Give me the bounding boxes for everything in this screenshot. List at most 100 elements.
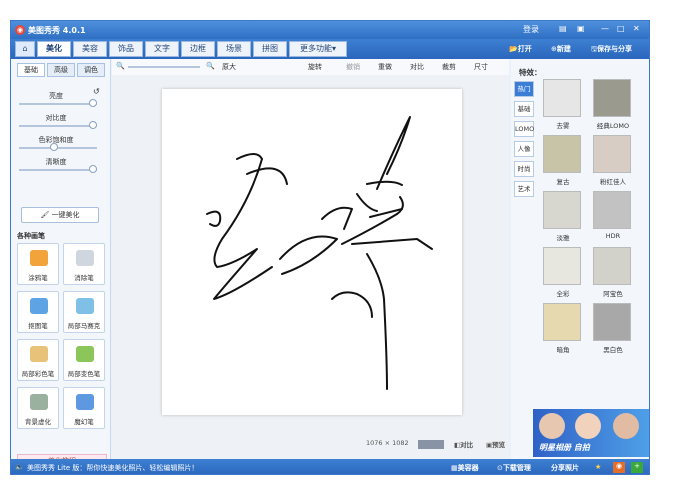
- image-canvas[interactable]: [162, 89, 462, 415]
- status-message[interactable]: 美图秀秀 Lite 版：帮你快速美化照片、轻松编辑照片！: [27, 463, 198, 473]
- save-share-button[interactable]: 🖫保存与分享: [591, 44, 632, 56]
- contrast-knob[interactable]: [89, 121, 98, 129]
- local-recolor-tool[interactable]: 局部变色笔: [63, 339, 105, 381]
- sharpness-knob[interactable]: [89, 165, 98, 173]
- gift-icon[interactable]: ◉: [613, 462, 625, 473]
- compare-view-button[interactable]: ◧对比: [454, 439, 473, 449]
- subtab-color[interactable]: 调色: [77, 63, 105, 77]
- size-button[interactable]: 尺寸: [474, 62, 488, 72]
- tab-more-label: 更多功能: [299, 44, 332, 53]
- effect-tab-basic[interactable]: 基础: [514, 101, 534, 117]
- doodle-pen-tool[interactable]: 涂鸦笔: [17, 243, 59, 285]
- effect-thumb[interactable]: 全彩: [543, 247, 581, 298]
- effect-thumb[interactable]: HDR: [593, 191, 631, 240]
- tab-scene[interactable]: 场景: [217, 41, 251, 57]
- skin-icon[interactable]: ▣: [577, 24, 585, 33]
- tab-text[interactable]: 文字: [145, 41, 179, 57]
- crop-button[interactable]: 裁剪: [442, 62, 456, 72]
- main-tabs: ⌂ 美化 美容 饰品 文字 边框 场景 拼图 更多功能▾ 📂打开 ⊕新建 🖫保存…: [11, 39, 649, 59]
- compare-button[interactable]: 对比: [410, 62, 424, 72]
- menu-icon[interactable]: ▤: [559, 24, 567, 33]
- effect-tab-lomo[interactable]: LOMO: [514, 121, 534, 137]
- tool-label: 消除笔: [74, 274, 94, 282]
- add-icon[interactable]: +: [631, 462, 643, 473]
- left-panel: 基础 高级 调色 亮度 ↺ 对比度 色彩饱和度 清晰度 🖌 一键美化 各种画笔 …: [11, 59, 111, 468]
- effect-label: 粉红佳人: [600, 178, 626, 186]
- original-size-button[interactable]: 原大: [222, 62, 236, 72]
- brightness-slider[interactable]: [19, 103, 97, 105]
- effect-thumb[interactable]: 淡雅: [543, 191, 581, 242]
- effect-thumb[interactable]: 去雾: [543, 79, 581, 130]
- maximize-button[interactable]: □: [617, 24, 625, 33]
- zoom-slider[interactable]: [128, 66, 200, 68]
- effect-thumb[interactable]: 复古: [543, 135, 581, 186]
- effect-label: 黑白色: [603, 346, 623, 354]
- subtab-basic[interactable]: 基础: [17, 63, 45, 77]
- local-color-tool[interactable]: 局部彩色笔: [17, 339, 59, 381]
- beauty-tool-link[interactable]: ▦美容器: [451, 463, 479, 473]
- home-tab[interactable]: ⌂: [15, 41, 35, 57]
- zoom-out-icon[interactable]: 🔍: [116, 62, 125, 70]
- tab-collage[interactable]: 拼图: [253, 41, 287, 57]
- brightness-knob[interactable]: [89, 99, 98, 107]
- tool-label: 局部变色笔: [67, 370, 101, 378]
- share-photo-link[interactable]: 分享照片: [551, 463, 579, 473]
- app-window: ◉ 美图秀秀 4.0.1 登录 ▤ ▣ — □ ✕ ⌂ 美化 美容 饰品 文字 …: [10, 20, 650, 475]
- effect-tab-art[interactable]: 艺术: [514, 181, 534, 197]
- effect-thumb[interactable]: 阿宝色: [593, 247, 631, 298]
- saturation-slider[interactable]: [19, 147, 97, 149]
- tool-label: 涂鸦笔: [28, 274, 48, 282]
- open-label: 打开: [517, 45, 532, 53]
- tab-decor[interactable]: 饰品: [109, 41, 143, 57]
- contrast-slider[interactable]: [19, 125, 97, 127]
- zoom-in-icon[interactable]: 🔍: [206, 62, 215, 70]
- pen-icon: [30, 250, 48, 266]
- one-key-beautify-button[interactable]: 🖌 一键美化: [21, 207, 99, 223]
- recolor-icon: [76, 346, 94, 362]
- subtab-advanced[interactable]: 高级: [47, 63, 75, 77]
- status-bar: 🔈 美图秀秀 Lite 版：帮你快速美化照片、轻松编辑照片！ ▦美容器 ⊙下载管…: [11, 459, 649, 474]
- ad-banner[interactable]: 明星相册 自拍: [533, 409, 649, 457]
- cutout-icon: [30, 298, 48, 314]
- background-blur-tool[interactable]: 背景虚化: [17, 387, 59, 429]
- effect-label: 复古: [556, 178, 570, 186]
- open-button[interactable]: 📂打开: [509, 44, 532, 54]
- preview-label: 预览: [492, 441, 506, 449]
- magic-pen-icon: [76, 394, 94, 410]
- star-icon[interactable]: ★: [595, 463, 601, 471]
- share-photo-label: 分享照片: [551, 464, 579, 472]
- tab-more[interactable]: 更多功能▾: [289, 41, 347, 57]
- effect-thumb[interactable]: 经典LOMO: [593, 79, 631, 130]
- preview-button[interactable]: ▣预览: [486, 439, 505, 449]
- canvas-toolbar: 🔍 🔍 原大 旋转 撤销 重做 对比 裁剪 尺寸: [112, 59, 509, 75]
- brightness-label: 亮度: [49, 92, 63, 100]
- tab-frame[interactable]: 边框: [181, 41, 215, 57]
- new-button[interactable]: ⊕新建: [551, 44, 571, 54]
- login-link[interactable]: 登录: [523, 24, 539, 35]
- mosaic-tool[interactable]: 局部马赛克: [63, 291, 105, 333]
- new-label: 新建: [556, 45, 571, 53]
- reset-icon[interactable]: ↺: [93, 87, 100, 96]
- rotate-button[interactable]: 旋转: [308, 62, 322, 72]
- redo-button[interactable]: 重做: [378, 62, 392, 72]
- effect-label: HDR: [605, 232, 621, 240]
- sharpness-slider[interactable]: [19, 169, 97, 171]
- effect-thumb[interactable]: 粉红佳人: [593, 135, 631, 186]
- effect-tab-hot[interactable]: 热门: [514, 81, 534, 97]
- cutout-tool[interactable]: 抠图笔: [17, 291, 59, 333]
- tab-beautify[interactable]: 美化: [37, 41, 71, 57]
- effect-tab-fashion[interactable]: 时尚: [514, 161, 534, 177]
- eraser-tool[interactable]: 消除笔: [63, 243, 105, 285]
- tool-label: 局部马赛克: [67, 322, 101, 330]
- saturation-knob[interactable]: [50, 143, 59, 151]
- effect-thumb[interactable]: 暗角: [543, 303, 581, 354]
- close-button[interactable]: ✕: [633, 24, 640, 33]
- download-manager-link[interactable]: ⊙下载管理: [497, 463, 531, 473]
- tab-face[interactable]: 美容: [73, 41, 107, 57]
- minimize-button[interactable]: —: [601, 24, 609, 33]
- effect-thumb[interactable]: 黑白色: [593, 303, 631, 354]
- magic-pen-tool[interactable]: 魔幻笔: [63, 387, 105, 429]
- undo-button[interactable]: 撤销: [346, 62, 360, 72]
- signature-image: [206, 116, 433, 390]
- effect-tab-portrait[interactable]: 人像: [514, 141, 534, 157]
